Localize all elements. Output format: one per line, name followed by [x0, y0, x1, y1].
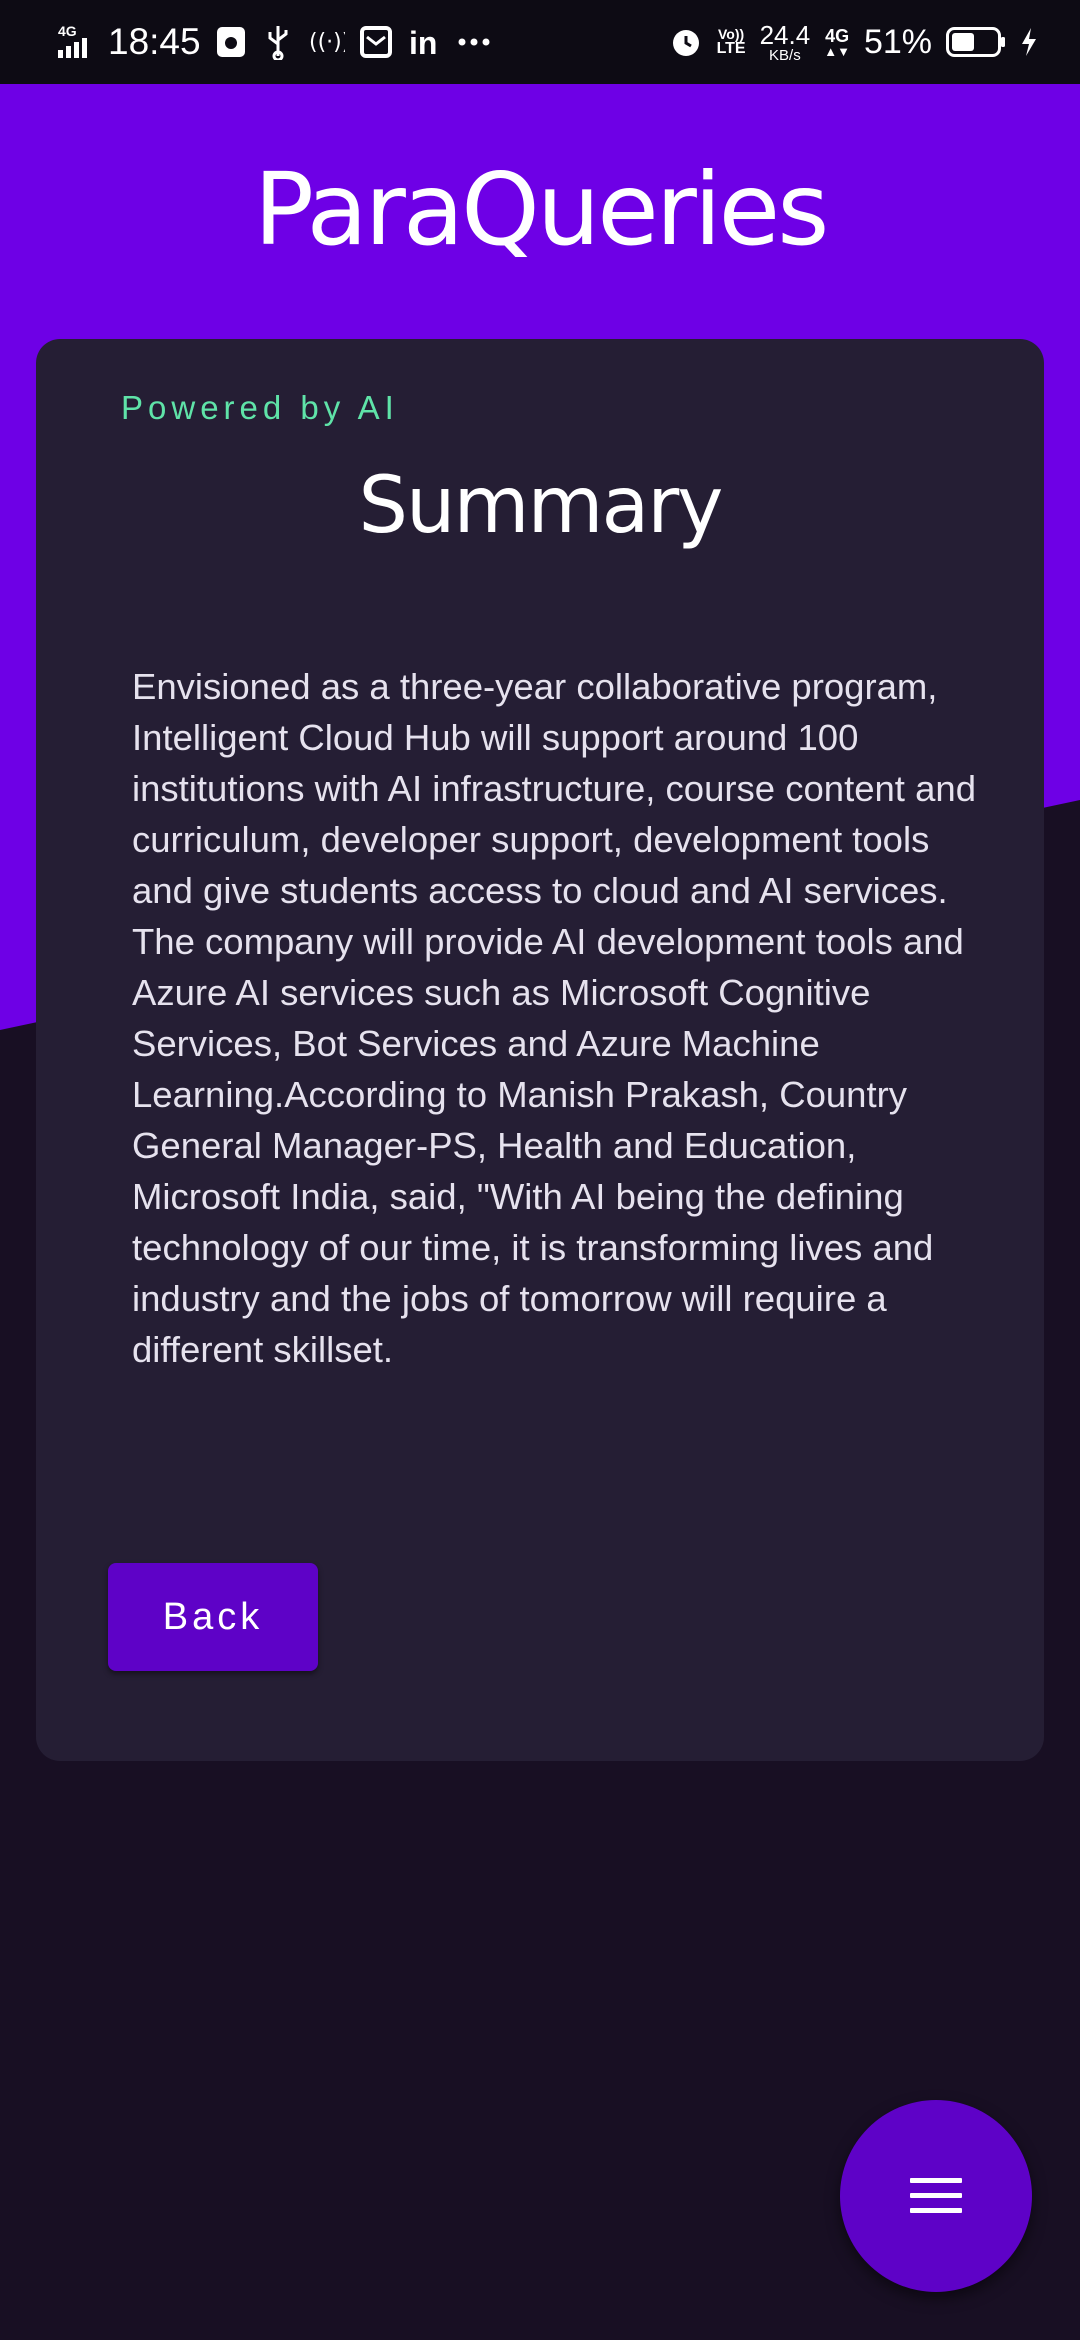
status-bar-right: Vo)) LTE 24.4 KB/s 4G ▲▼ 51% [669, 0, 1038, 84]
linkedin-icon: in [409, 26, 441, 58]
app-screen: 4G 18:45 ((·)) in [0, 0, 1080, 2340]
status-time: 18:45 [108, 21, 201, 62]
svg-text:4G: 4G [58, 23, 77, 39]
alarm-icon [669, 25, 703, 59]
battery-icon [946, 27, 1006, 57]
usb-icon [265, 24, 291, 60]
mail-icon [359, 25, 393, 59]
svg-text:((·)): ((·)) [309, 30, 345, 55]
network-speed: 24.4 KB/s [760, 22, 811, 63]
svg-text:in: in [409, 26, 437, 58]
network-speed-value: 24.4 [759, 19, 811, 50]
screenshot-app-icon [215, 25, 247, 59]
signal-icon: 4G [56, 22, 96, 62]
menu-fab-button[interactable] [840, 2100, 1032, 2292]
volte-top: Vo)) [717, 26, 745, 42]
summary-card: Powered by AI Summary Envisioned as a th… [36, 339, 1044, 1761]
app-title: ParaQueries [253, 151, 830, 268]
status-bar-left: 4G 18:45 ((·)) in [56, 0, 491, 84]
volte-indicator: Vo)) LTE [717, 27, 746, 57]
charging-icon [1020, 27, 1038, 57]
summary-text: Envisioned as a three-year collaborative… [132, 666, 976, 1370]
powered-by-label: Powered by AI [121, 389, 399, 426]
network-type-right: 4G [825, 25, 850, 46]
data-arrows-icon: ▲▼ [824, 43, 850, 59]
mobile-data-indicator: 4G ▲▼ [824, 27, 850, 58]
volte-bottom: LTE [716, 40, 746, 57]
menu-icon [908, 2174, 964, 2218]
back-button[interactable]: Back [108, 1563, 318, 1671]
network-speed-unit: KB/s [769, 46, 801, 64]
battery-percent: 51% [863, 22, 932, 61]
card-title: Summary [358, 461, 724, 551]
hotspot-icon: ((·)) [309, 27, 345, 57]
more-dots-icon [457, 37, 491, 47]
status-bar: 4G 18:45 ((·)) in [0, 0, 1080, 84]
